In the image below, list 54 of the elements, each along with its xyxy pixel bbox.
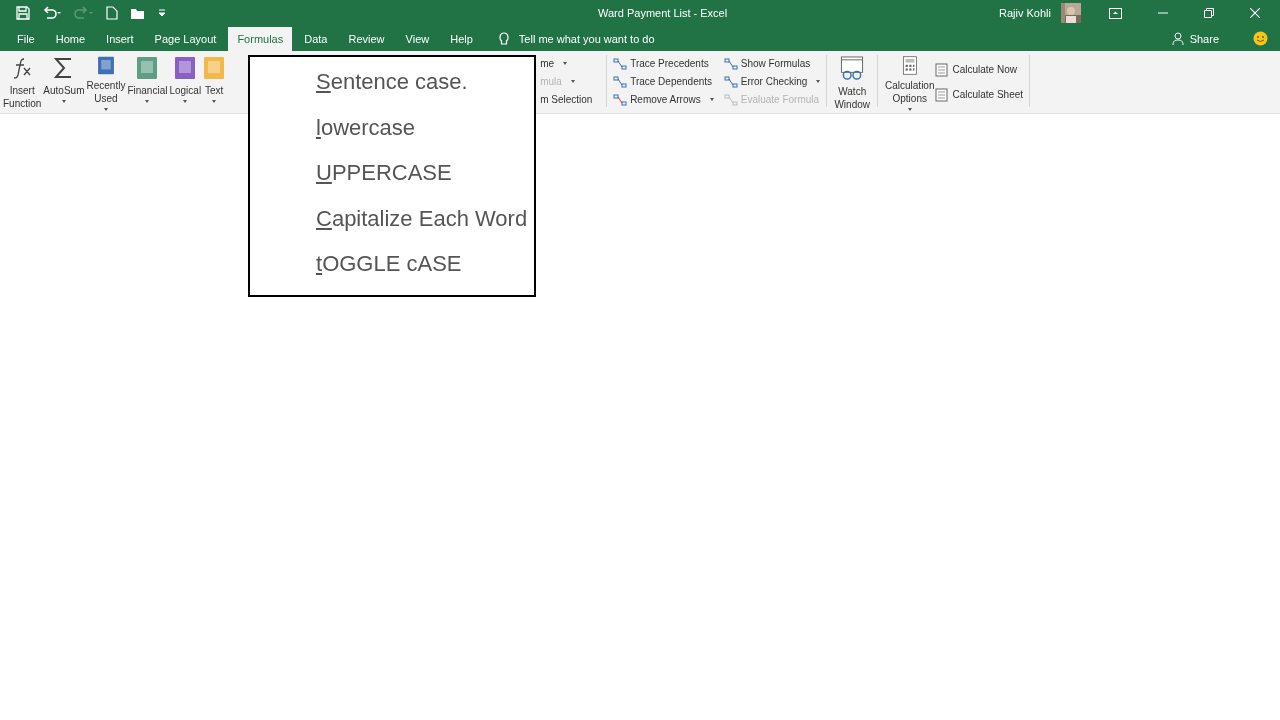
glasses-window-icon xyxy=(839,56,866,81)
menu-item[interactable]: UPPERCASE xyxy=(250,158,534,204)
ribbon-button[interactable]: Remove Arrows xyxy=(613,91,714,109)
ribbon-tab[interactable]: Page Layout xyxy=(145,27,226,51)
audit-icon xyxy=(723,93,738,107)
menu-item[interactable]: Capitalize Each Word xyxy=(250,203,534,250)
ribbon-button[interactable]: Recently Used xyxy=(85,55,127,111)
save-icon[interactable] xyxy=(16,6,30,20)
ribbon-button[interactable]: me xyxy=(540,55,568,73)
ribbon-tab[interactable]: Home xyxy=(46,27,95,51)
share-button[interactable]: Share xyxy=(1171,31,1219,46)
ribbon-button[interactable]: Calculate Sheet xyxy=(935,86,1024,104)
menu-item[interactable]: lowercase xyxy=(250,112,534,159)
ribbon-tab[interactable]: Data xyxy=(295,27,337,51)
ribbon-button[interactable]: m Selection xyxy=(540,91,593,109)
menu-item[interactable]: tOGGLE cASE xyxy=(250,249,534,295)
ribbon-display-icon[interactable] xyxy=(1109,7,1122,19)
menu-item[interactable]: Sentence case. xyxy=(250,67,534,113)
audit-icon xyxy=(613,93,628,107)
ribbon-button[interactable]: Trace Precedents xyxy=(613,55,714,73)
audit-icon xyxy=(723,57,738,71)
person-icon xyxy=(1171,31,1186,46)
folder-icon[interactable] xyxy=(130,6,145,20)
ribbon-tab[interactable]: File xyxy=(8,27,44,51)
new-document-icon[interactable] xyxy=(106,6,118,20)
ribbon-button[interactable]: Trace Dependents xyxy=(613,73,714,91)
customize-caret-icon[interactable] xyxy=(157,8,167,18)
audit-icon xyxy=(613,75,628,89)
ribbon-button[interactable]: Show Formulas xyxy=(723,55,821,73)
restore-icon[interactable] xyxy=(1204,8,1214,18)
ribbon-button[interactable]: Calculate Now xyxy=(935,61,1024,79)
ribbon-button[interactable]: Text xyxy=(202,55,227,111)
audit-icon xyxy=(613,57,628,71)
tell-me-field[interactable]: Tell me what you want to do xyxy=(498,27,655,51)
window-title: Ward Payment List - Excel xyxy=(597,7,729,19)
ribbon-tab[interactable]: View xyxy=(396,27,439,51)
undo-icon[interactable] xyxy=(42,6,62,20)
ribbon-tab[interactable]: Formulas xyxy=(228,27,293,51)
watch-window-button[interactable]: Watch Window xyxy=(833,55,871,111)
ribbon-tab[interactable]: Review xyxy=(339,27,394,51)
close-icon[interactable] xyxy=(1250,8,1260,18)
user-name[interactable]: Rajiv Kohli xyxy=(999,7,1051,19)
tell-me-placeholder: Tell me what you want to do xyxy=(518,33,655,45)
ribbon-button[interactable]: Financial xyxy=(126,55,169,111)
smiley-icon[interactable] xyxy=(1253,31,1268,46)
audit-icon xyxy=(723,75,738,89)
ribbon-button[interactable]: AutoSum xyxy=(42,55,86,111)
ribbon-button[interactable]: Error Checking xyxy=(723,73,821,91)
ribbon-button[interactable]: Logical xyxy=(168,55,203,111)
calculation-options-button[interactable]: Calculation Options xyxy=(884,55,936,111)
ribbon-tab[interactable]: Help xyxy=(441,27,482,51)
ribbon-tab[interactable]: Insert xyxy=(97,27,143,51)
lightbulb-icon xyxy=(498,32,509,46)
ribbon-button[interactable]: Insert Function xyxy=(2,55,43,111)
